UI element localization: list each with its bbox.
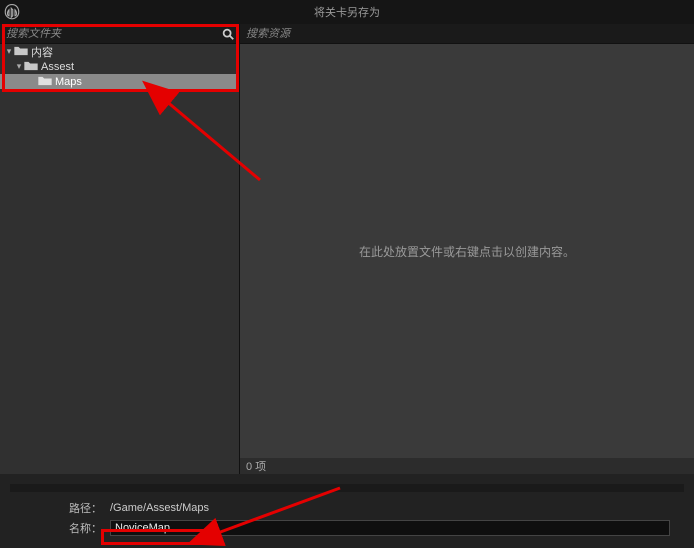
asset-panel[interactable]: 在此处放置文件或右键点击以创建内容。 0 项 [240,44,694,474]
name-label: 名称： [10,520,110,536]
title-bar: 将关卡另存为 [0,0,694,24]
search-assets-input[interactable] [240,26,694,42]
search-folders-container [0,24,240,43]
asset-empty-hint: 在此处放置文件或右键点击以创建内容。 [240,44,694,458]
tree-item-assest[interactable]: ▾ Assest [0,59,239,74]
asset-count-status: 0 项 [240,458,694,474]
search-row [0,24,694,44]
tree-item-label: Maps [55,76,82,88]
folder-tree-panel: ▾ 内容 ▾ Assest Maps [0,44,240,474]
search-assets-container [240,24,694,43]
unreal-logo-icon [0,0,24,24]
name-row: 名称： [10,520,684,536]
search-folders-input[interactable] [0,26,239,42]
folder-icon [14,46,28,57]
tree-item-maps[interactable]: Maps [0,74,239,89]
name-input[interactable] [110,520,670,536]
chevron-down-icon: ▾ [14,61,24,72]
tree-item-content[interactable]: ▾ 内容 [0,44,239,59]
tree-item-label: Assest [41,61,74,73]
footer-section: 路径： /Game/Assest/Maps 名称： [0,474,694,548]
path-row: 路径： /Game/Assest/Maps [10,500,684,516]
tree-item-label: 内容 [31,44,53,60]
path-value: /Game/Assest/Maps [110,502,209,514]
main-area: ▾ 内容 ▾ Assest Maps [0,44,694,474]
window-title: 将关卡另存为 [314,4,380,20]
folder-icon [24,61,38,72]
divider [10,484,684,492]
folder-icon [38,76,52,87]
path-label: 路径： [10,500,110,516]
chevron-down-icon: ▾ [4,46,14,57]
